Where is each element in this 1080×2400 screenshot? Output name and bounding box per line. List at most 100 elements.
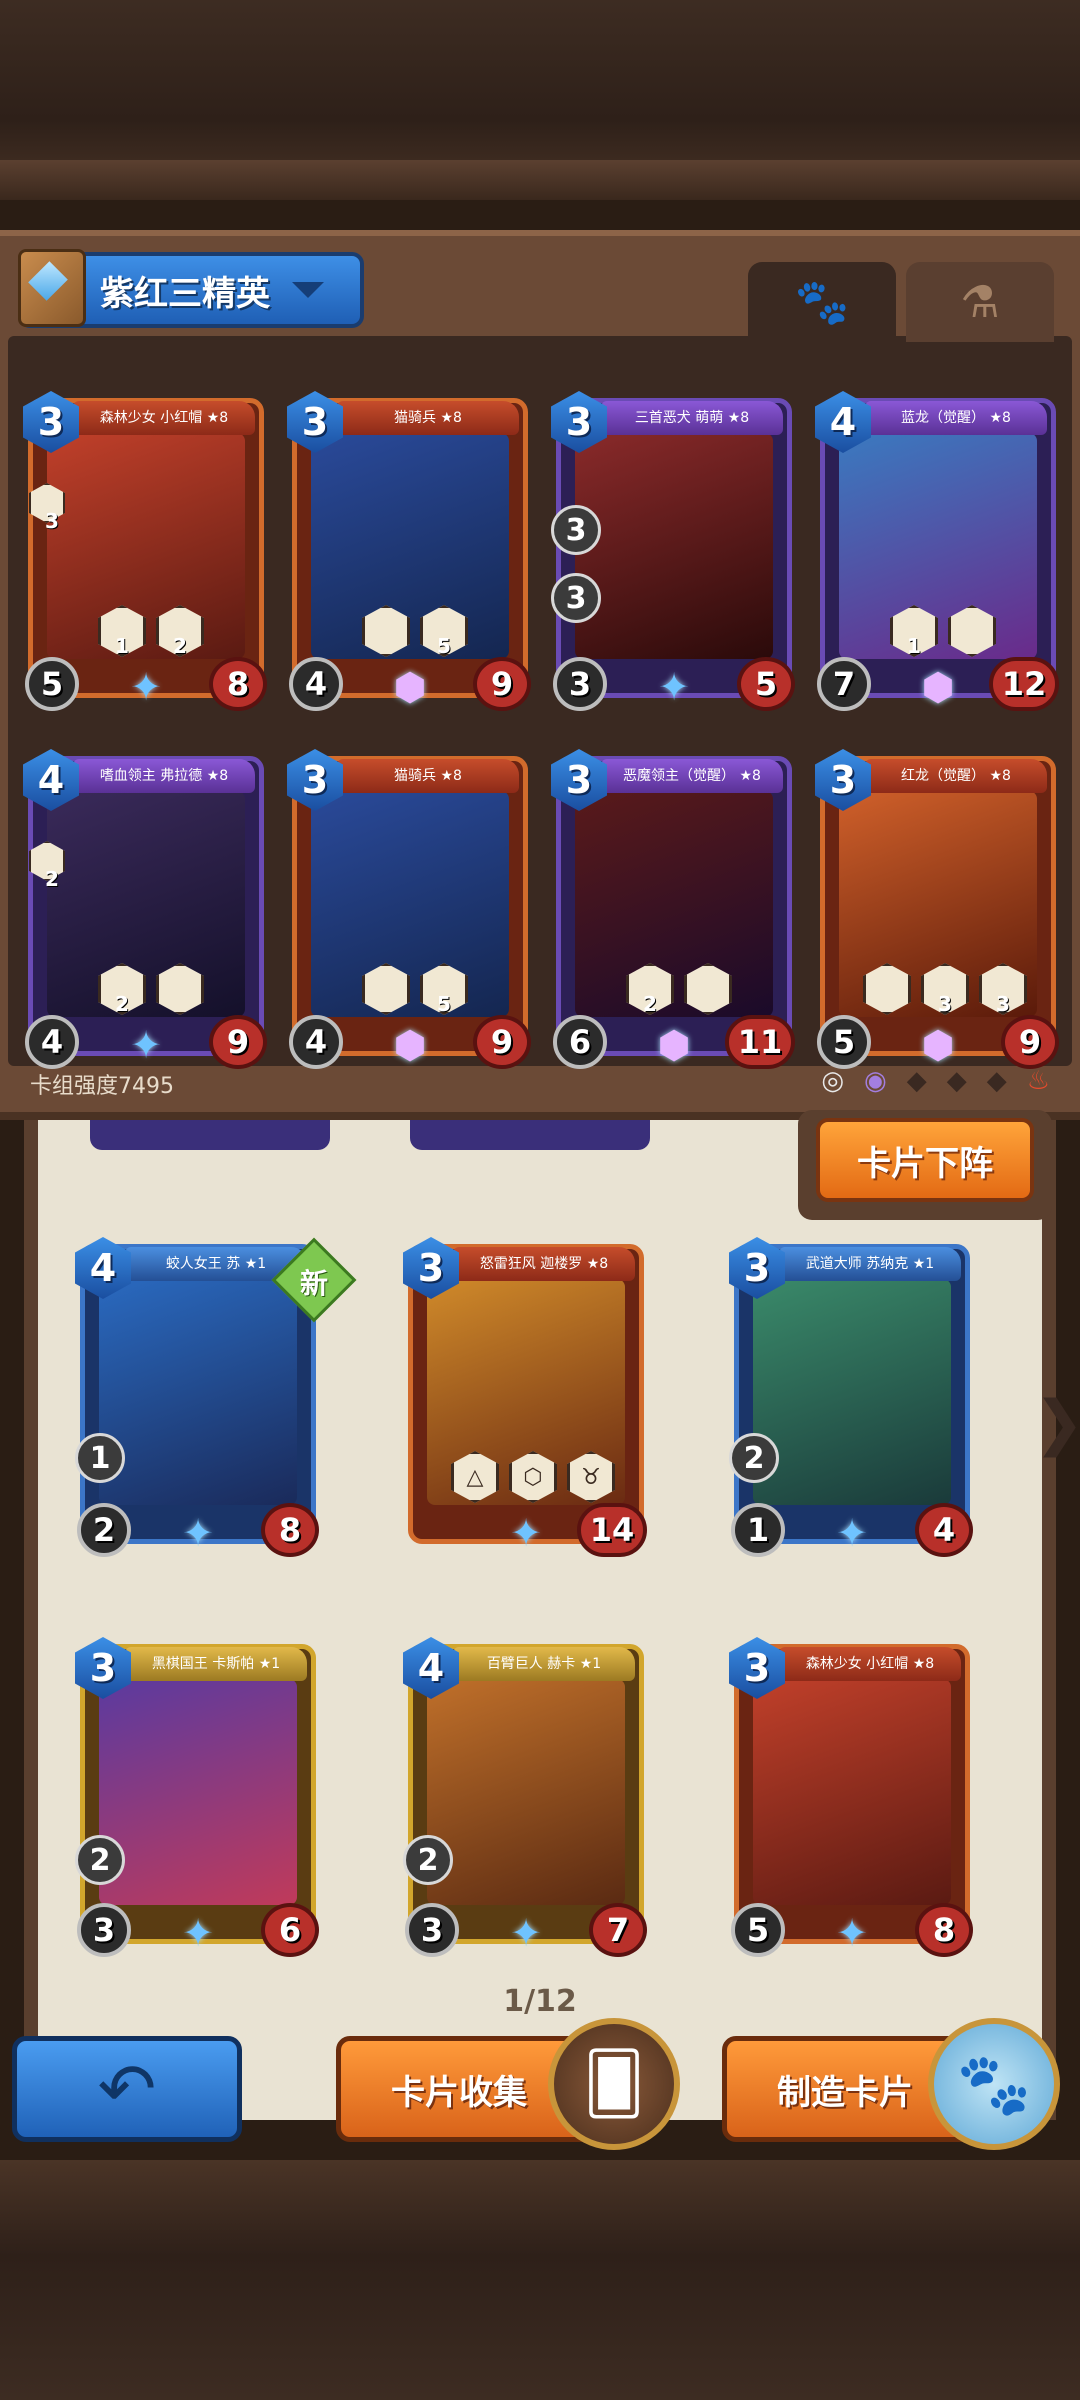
card-extra-stat: 2 <box>729 1433 779 1483</box>
ability-icon: 1 <box>890 605 938 657</box>
paw-jar-icon[interactable]: 🐾 <box>928 2018 1060 2150</box>
collection-peek-card <box>410 1120 650 1150</box>
card-art <box>753 1679 951 1905</box>
card-health: 12 <box>989 657 1059 711</box>
card-attack: 4 <box>289 1015 343 1069</box>
card-name: 红龙（觉醒） ★8 <box>865 759 1047 793</box>
deck-card-4[interactable]: 蓝龙（觉醒） ★8 4 1 7 ⬢ 12 <box>815 391 1059 711</box>
ability-icon: 5 <box>420 963 468 1015</box>
collection-card-6[interactable]: 森林少女 小红帽 ★8 3 5 ✦ 8 <box>729 1637 973 1957</box>
card-health: 7 <box>589 1903 647 1957</box>
ability-icon: 2 <box>156 605 204 657</box>
ability-icon <box>863 963 911 1015</box>
tab-paw[interactable]: 🐾 <box>748 262 896 342</box>
filter-fire-icon[interactable]: ♨ <box>1027 1066 1050 1096</box>
deck-strength: 卡组强度7495 <box>30 1074 174 1099</box>
star-gem-icon: ✦ <box>836 1511 868 1555</box>
deck-select-dropdown[interactable]: 紫红三精英 <box>18 249 364 328</box>
filter-purple-icon[interactable]: ◉ <box>864 1066 887 1096</box>
card-art <box>427 1679 625 1905</box>
card-attack: 5 <box>817 1015 871 1069</box>
filter-mech-icon[interactable]: ◆ <box>987 1066 1007 1096</box>
ability-icon <box>156 963 204 1015</box>
deck-card-5[interactable]: 嗜血领主 弗拉德 ★8 4 2 2 4 ✦ 9 <box>23 749 267 1069</box>
filter-nature-icon[interactable]: ◆ <box>947 1066 967 1096</box>
collection-card-2[interactable]: 怒雷狂风 迦楼罗 ★8 3 △ ⬡ ♉ ✦ 14 <box>403 1237 647 1557</box>
collection-card-5[interactable]: 百臂巨人 赫卡 ★1 4 2 3 ✦ 7 <box>403 1637 647 1957</box>
collection-peek-card <box>90 1120 330 1150</box>
collection-card-4[interactable]: 黑棋国王 卡斯帕 ★1 3 2 3 ✦ 6 <box>75 1637 319 1957</box>
card-name: 百臂巨人 赫卡 ★1 <box>453 1647 635 1681</box>
deck-card-2[interactable]: 猫骑兵 ★8 3 5 4 ⬢ 9 <box>287 391 531 711</box>
ability-row: 1 2 <box>83 605 219 659</box>
rainbow-gem-icon: ⬢ <box>393 1023 427 1067</box>
deck-card-8[interactable]: 红龙（觉醒） ★8 3 3 3 5 ⬢ 9 <box>815 749 1059 1069</box>
card-attack: 3 <box>553 657 607 711</box>
tab-potion[interactable]: ⚗ <box>906 262 1054 342</box>
card-health: 9 <box>473 657 531 711</box>
back-arrow-icon: ↶ <box>97 2048 157 2130</box>
top-wood-border <box>0 0 1080 200</box>
card-attack: 5 <box>731 1903 785 1957</box>
remove-card-button[interactable]: 卡片下阵 <box>816 1118 1034 1202</box>
rainbow-gem-icon: ⬢ <box>657 1023 691 1067</box>
element-filter-row: ◎ ◉ ◆ ◆ ◆ ♨ <box>821 1066 1050 1096</box>
card-extra-stat: 1 <box>75 1433 125 1483</box>
deck-card-3[interactable]: 三首恶犬 萌萌 ★8 3 3 3 3 ✦ 5 <box>551 391 795 711</box>
card-attack: 7 <box>817 657 871 711</box>
ability-icon <box>948 605 996 657</box>
ability-icon: 3 <box>921 963 969 1015</box>
card-attack: 2 <box>77 1503 131 1557</box>
star-gem-icon: ✦ <box>130 665 162 709</box>
ability-icon <box>684 963 732 1015</box>
card-health: 9 <box>473 1015 531 1069</box>
paw-icon: 🐾 <box>794 277 850 328</box>
deck-card-6[interactable]: 猫骑兵 ★8 3 5 4 ⬢ 9 <box>287 749 531 1069</box>
collection-card-3[interactable]: 武道大师 苏纳克 ★1 3 2 1 ✦ 4 <box>729 1237 973 1557</box>
next-page-arrow-icon[interactable]: ❯ <box>1034 1388 1080 1458</box>
card-health: 8 <box>209 657 267 711</box>
potion-icon: ⚗ <box>960 276 1000 328</box>
filter-beast-icon[interactable]: ◆ <box>907 1066 927 1096</box>
deck-card-1[interactable]: 森林少女 小红帽 ★8 3 3 1 2 5 ✦ 8 <box>23 391 267 711</box>
back-button[interactable]: ↶ <box>12 2036 242 2142</box>
rainbow-gem-icon: ⬢ <box>921 665 955 709</box>
card-attack: 1 <box>731 1503 785 1557</box>
bottom-wood-border <box>0 2160 1080 2400</box>
star-gem-icon: ✦ <box>182 1911 214 1955</box>
card-attack: 4 <box>289 657 343 711</box>
card-album-icon[interactable]: 🂠 <box>548 2018 680 2150</box>
chevron-down-icon <box>292 282 324 298</box>
rainbow-gem-icon: ⬢ <box>393 665 427 709</box>
ability-icon: 2 <box>98 963 146 1015</box>
star-gem-icon: ✦ <box>836 1911 868 1955</box>
ability-row: 2 <box>611 963 747 1017</box>
card-name: 猫骑兵 ★8 <box>337 401 519 435</box>
ability-row: 5 <box>347 605 483 659</box>
card-art <box>753 1279 951 1505</box>
deck-book-icon <box>18 249 86 327</box>
card-name: 怒雷狂风 迦楼罗 ★8 <box>453 1247 635 1281</box>
ability-icon <box>362 605 410 657</box>
ability-row: 2 <box>83 963 219 1017</box>
card-name: 蓝龙（觉醒） ★8 <box>865 401 1047 435</box>
ability-icon: 5 <box>420 605 468 657</box>
card-name: 森林少女 小红帽 ★8 <box>73 401 255 435</box>
ability-row: △ ⬡ ♉ <box>439 1451 627 1505</box>
ability-icon: 2 <box>626 963 674 1015</box>
card-collection-label: 卡片收集 <box>391 2072 527 2113</box>
deck-card-7[interactable]: 恶魔领主（觉醒） ★8 3 2 6 ⬢ 11 <box>551 749 795 1069</box>
page-indicator: 1/12 <box>503 1984 577 2019</box>
card-name: 猫骑兵 ★8 <box>337 759 519 793</box>
new-badge-label: 新 <box>299 1267 328 1300</box>
card-art <box>99 1279 297 1505</box>
card-attack: 3 <box>405 1903 459 1957</box>
ability-icon <box>362 963 410 1015</box>
card-health: 14 <box>577 1503 647 1557</box>
filter-all-icon[interactable]: ◎ <box>821 1066 844 1096</box>
ability-icon: 3 <box>979 963 1027 1015</box>
hex-ability-icon: ⬡ <box>509 1451 557 1503</box>
star-gem-icon: ✦ <box>130 1023 162 1067</box>
card-extra-stat: 3 <box>551 573 601 623</box>
card-attack: 3 <box>77 1903 131 1957</box>
